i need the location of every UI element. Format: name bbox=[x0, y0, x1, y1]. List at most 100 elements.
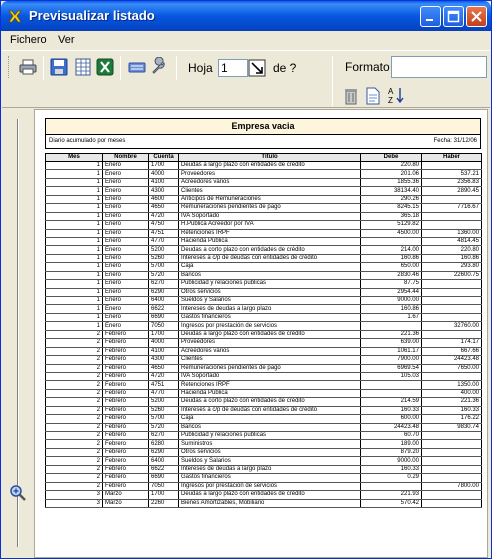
title-bar[interactable]: Previsualizar listado bbox=[1, 1, 491, 31]
cell-account: 4650 bbox=[148, 203, 179, 213]
cell-month: 2 bbox=[45, 338, 103, 348]
cell-title: Clientes bbox=[178, 355, 361, 365]
table-row: 1 Enero 5720 Bancos 2830.46 22600.75 bbox=[45, 271, 482, 281]
menu-fichero[interactable]: Fichero bbox=[10, 34, 47, 46]
goto-page-icon[interactable] bbox=[248, 59, 266, 77]
table-row: 1 Enero 5700 Caja 650.00 293.80 bbox=[45, 262, 482, 272]
cell-month: 1 bbox=[45, 161, 103, 171]
cell-title: Anticipos de Remuneraciones bbox=[178, 195, 361, 205]
save-icon[interactable] bbox=[50, 58, 68, 76]
table-row: 1 Enero 4100 Acreedores varios 1855.36 2356.8… bbox=[45, 178, 482, 188]
cell-month: 2 bbox=[45, 406, 103, 416]
toolbar-grip[interactable] bbox=[8, 56, 11, 78]
cell-title: Bienes Amortizables, Mobiliario bbox=[178, 499, 361, 508]
cell-title: Remuneraciones pendientes de pago bbox=[178, 203, 361, 213]
cell-title: Bancos bbox=[178, 271, 361, 281]
page-count-label: de ? bbox=[273, 61, 297, 75]
cell-credit: 7716.67 bbox=[421, 203, 482, 213]
keyboard-icon[interactable] bbox=[128, 58, 146, 76]
cell-account: 6290 bbox=[148, 288, 179, 298]
cell-month: 2 bbox=[45, 431, 103, 441]
table-row: 1 Enero 1700 Deudas a largo plazo con entid… bbox=[45, 161, 482, 171]
cell-debit bbox=[360, 237, 422, 247]
cell-month-name: Enero bbox=[102, 271, 149, 281]
cell-title: Caja bbox=[178, 414, 361, 424]
column-header: Haber bbox=[421, 153, 482, 162]
cell-month-name: Enero bbox=[102, 212, 149, 222]
cell-account: 7050 bbox=[148, 482, 179, 492]
page-number-input[interactable]: 1 bbox=[218, 59, 248, 77]
cell-credit bbox=[421, 220, 482, 230]
cell-title: Acreedores varios bbox=[178, 178, 361, 188]
cell-month-name: Enero bbox=[102, 178, 149, 188]
cell-month: 1 bbox=[45, 220, 103, 230]
cell-debit: 2954.44 bbox=[360, 288, 422, 298]
table-row: 2 Febrero 5260 Intereses a c/p de deudas co… bbox=[45, 406, 482, 416]
cell-debit: 650.00 bbox=[360, 262, 422, 272]
cell-account: 5700 bbox=[148, 262, 179, 272]
cell-month-name: Marzo bbox=[102, 499, 149, 508]
cell-month: 2 bbox=[45, 380, 103, 390]
cell-credit bbox=[421, 473, 482, 483]
cell-month-name: Febrero bbox=[102, 330, 149, 340]
cell-debit: 160.86 bbox=[360, 254, 422, 264]
table-row: 1 Enero 7050 Ingresos por prestación de ser… bbox=[45, 321, 482, 331]
sort-az-icon[interactable]: A Z bbox=[387, 86, 405, 104]
excel-icon[interactable] bbox=[96, 58, 114, 76]
spreadsheet-icon[interactable] bbox=[74, 58, 92, 76]
cell-month-name: Febrero bbox=[102, 456, 149, 466]
cell-debit: 8245.15 bbox=[360, 203, 422, 213]
cell-month: 1 bbox=[45, 304, 103, 314]
cell-month-name: Enero bbox=[102, 169, 149, 179]
cell-credit bbox=[421, 313, 482, 323]
table-row: 2 Febrero 5720 Bancos 24423.48 9830.74 bbox=[45, 423, 482, 433]
cell-account: 4770 bbox=[148, 237, 179, 247]
cell-account: 6400 bbox=[148, 296, 179, 306]
cell-debit: 6969.54 bbox=[360, 364, 422, 373]
cell-credit bbox=[421, 499, 482, 508]
cell-credit: 221.36 bbox=[421, 397, 482, 407]
minimize-button[interactable] bbox=[420, 6, 441, 27]
table-row: 1 Enero 6270 Publicidad y relaciones public… bbox=[45, 279, 482, 289]
new-document-icon[interactable] bbox=[364, 87, 382, 105]
cell-month: 2 bbox=[45, 347, 103, 357]
cell-title: Intereses a c/p de deudas con entidades … bbox=[178, 254, 361, 264]
print-icon[interactable] bbox=[19, 58, 37, 76]
zoom-slider[interactable] bbox=[6, 113, 28, 557]
cell-title: Hacienda Pública bbox=[178, 389, 361, 399]
cell-month: 2 bbox=[45, 397, 103, 407]
cell-debit: 9000.00 bbox=[360, 456, 422, 466]
cell-debit: 214.59 bbox=[360, 397, 422, 407]
table-row: 2 Febrero 7050 Ingresos por prestación de s… bbox=[45, 482, 482, 492]
cell-month-name: Febrero bbox=[102, 389, 149, 399]
cell-title: H.Publica Acreedor por IVA bbox=[178, 220, 361, 230]
close-icon bbox=[471, 11, 482, 22]
report-body: 1 Enero 1700 Deudas a largo plazo con entid… bbox=[45, 161, 482, 508]
cell-debit: 189.00 bbox=[360, 439, 422, 449]
cell-title: Deudas a corto plazo con entidades de cr… bbox=[178, 245, 361, 255]
wrench-icon[interactable] bbox=[150, 57, 168, 75]
maximize-button[interactable] bbox=[443, 6, 464, 27]
cell-account: 4751 bbox=[148, 380, 179, 390]
window-title: Previsualizar listado bbox=[29, 8, 155, 23]
cell-month: 2 bbox=[45, 465, 103, 475]
cell-account: 6690 bbox=[148, 313, 179, 323]
cell-debit: 160.33 bbox=[360, 406, 422, 416]
cell-month-name: Enero bbox=[102, 288, 149, 298]
cell-month-name: Febrero bbox=[102, 448, 149, 458]
cell-month: 2 bbox=[45, 473, 103, 483]
zoom-icon[interactable] bbox=[8, 483, 28, 503]
cell-month-name: Enero bbox=[102, 220, 149, 230]
trash-icon[interactable] bbox=[342, 87, 360, 105]
table-row: 1 Enero 4600 Anticipos de Remuneraciones 290… bbox=[45, 195, 482, 205]
cell-month-name: Febrero bbox=[102, 482, 149, 492]
format-input[interactable] bbox=[391, 56, 487, 78]
menu-ver[interactable]: Ver bbox=[58, 34, 75, 46]
cell-account: 4650 bbox=[148, 364, 179, 373]
cell-account: 5260 bbox=[148, 254, 179, 264]
preview-window: Previsualizar listado Fichero Ver Hoja 1… bbox=[0, 0, 492, 559]
report-page: Empresa vacia Diario acumulado por meses… bbox=[34, 109, 488, 558]
cell-title: Intereses de deudas a largo plazo bbox=[178, 304, 361, 314]
table-row: 2 Febrero 6270 Publicidad y relaciones publ… bbox=[45, 431, 482, 441]
close-button[interactable] bbox=[466, 6, 487, 27]
